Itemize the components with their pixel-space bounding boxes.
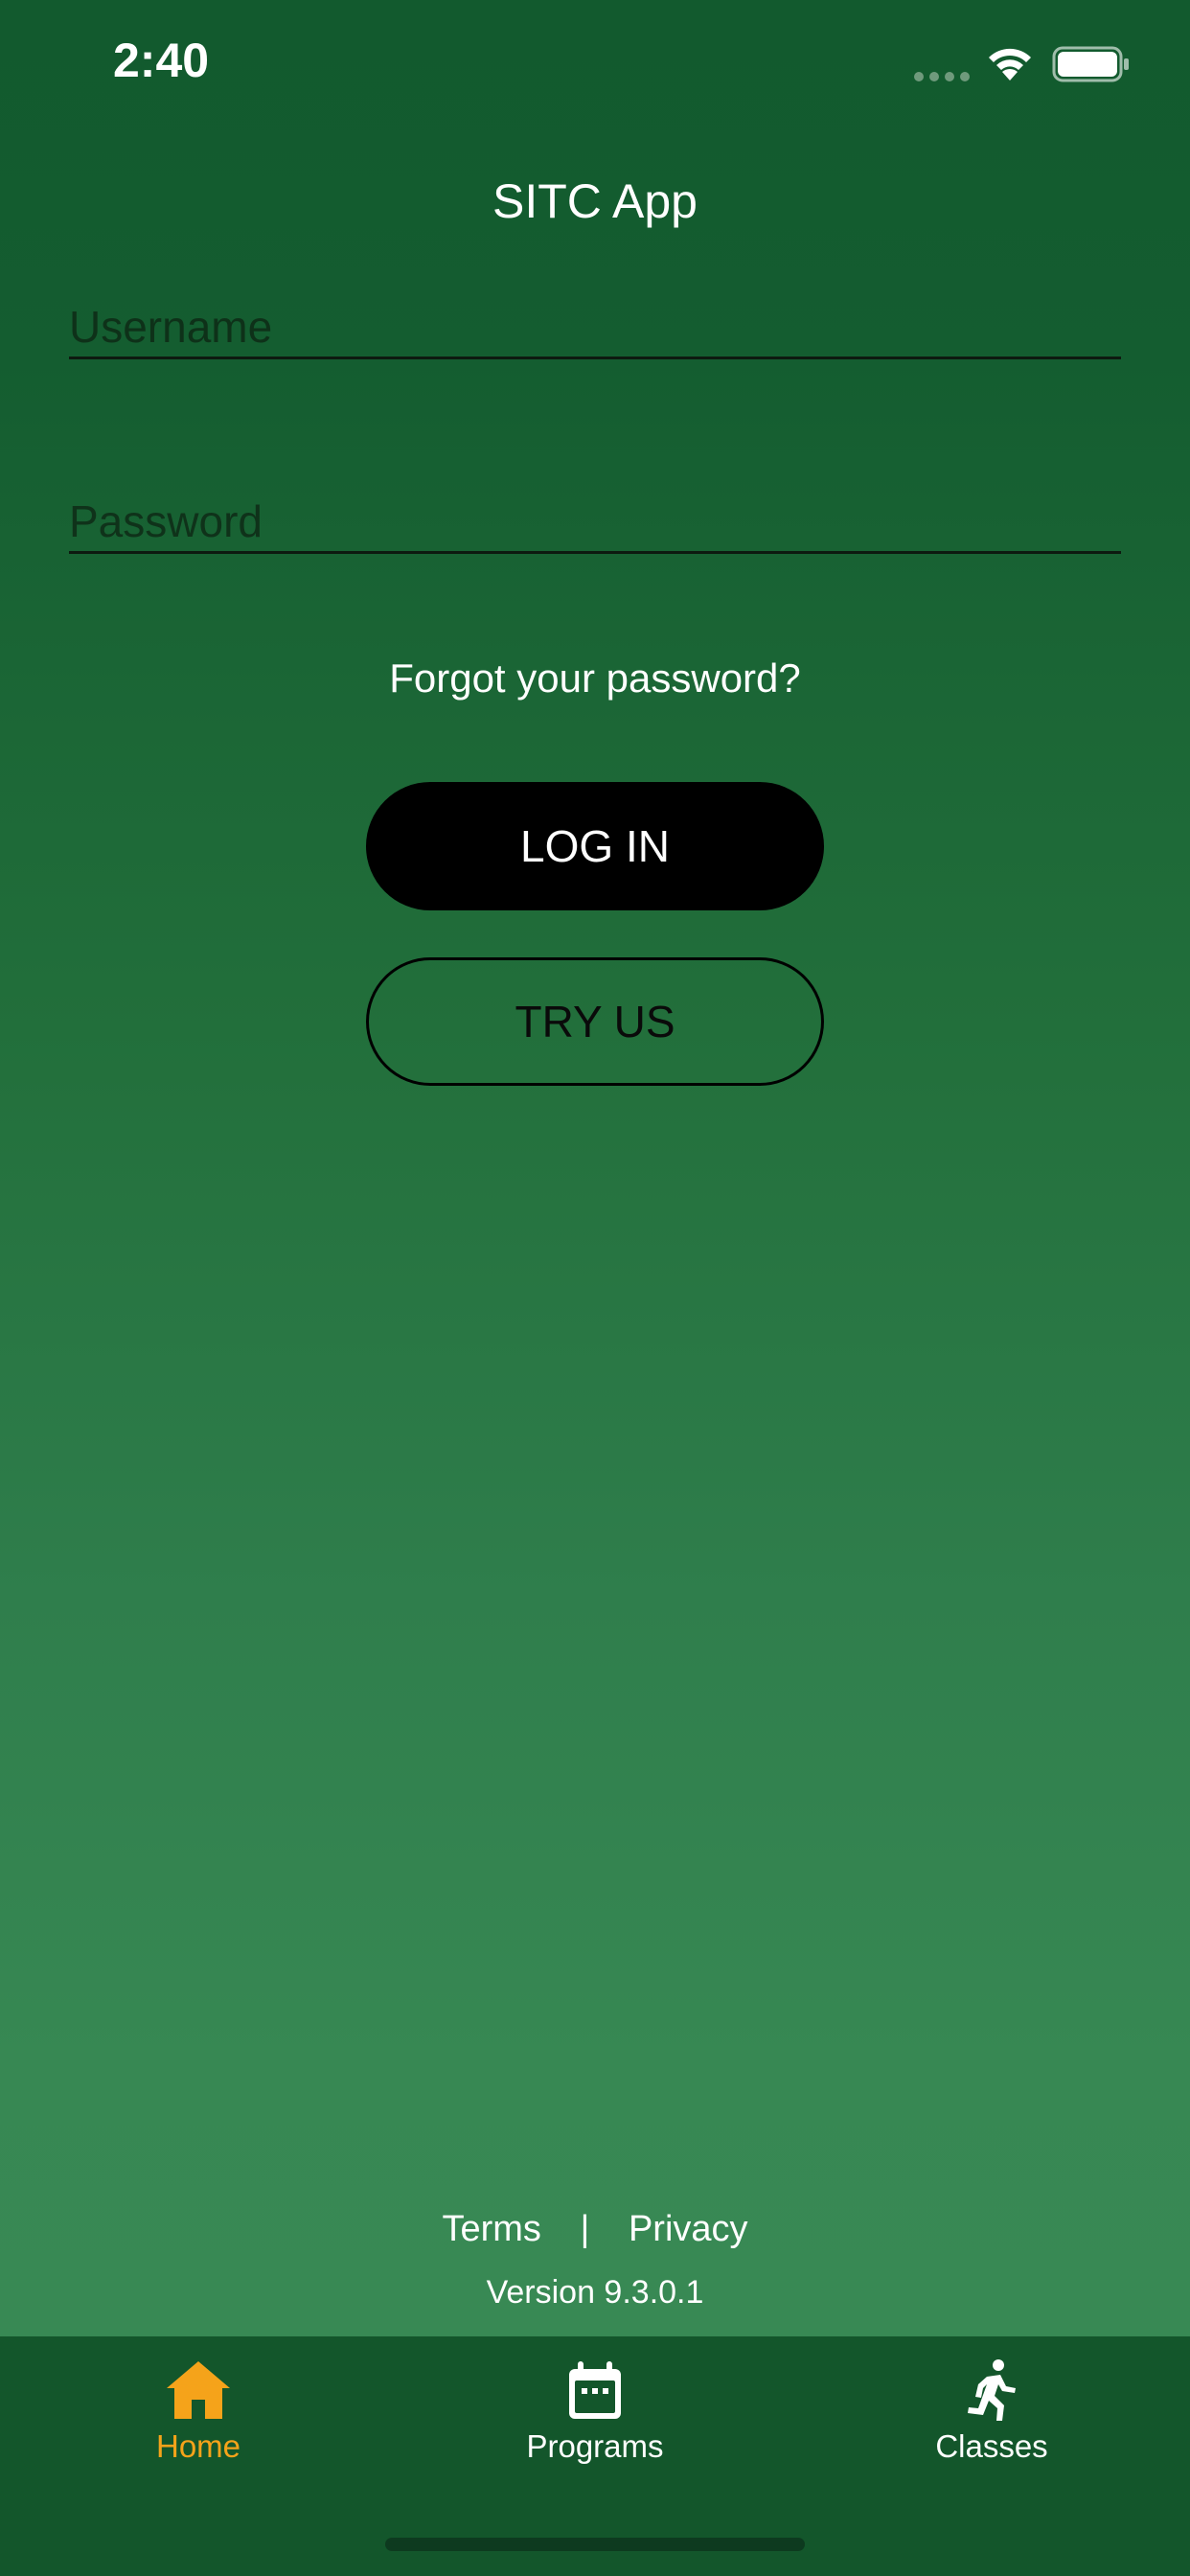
calendar-icon (569, 2361, 621, 2419)
tab-classes[interactable]: Classes (793, 2336, 1190, 2499)
footer-links: Terms | Privacy (0, 2204, 1190, 2254)
forgot-password-link[interactable]: Forgot your password? (0, 652, 1190, 705)
tab-home[interactable]: Home (0, 2336, 397, 2499)
tab-programs-label: Programs (526, 2428, 664, 2464)
try-us-button[interactable]: TRY US (366, 957, 824, 1086)
version-text: Version 9.3.0.1 (486, 2274, 704, 2311)
terms-link[interactable]: Terms (442, 2204, 540, 2254)
tab-classes-label: Classes (935, 2428, 1048, 2464)
tab-home-label: Home (155, 2428, 241, 2464)
privacy-link[interactable]: Privacy (629, 2204, 748, 2254)
cellular-signal-icon (914, 72, 970, 81)
username-field-wrapper (69, 297, 1121, 359)
tab-programs[interactable]: Programs (397, 2336, 793, 2499)
home-icon (167, 2361, 230, 2419)
home-indicator (385, 2538, 805, 2551)
status-time: 2:40 (113, 34, 210, 87)
wifi-icon (989, 48, 1031, 80)
username-input[interactable] (69, 297, 1121, 356)
page-title: SITC App (492, 174, 698, 228)
password-input[interactable] (69, 492, 1121, 551)
login-button[interactable]: LOG IN (366, 782, 824, 910)
running-person-icon (968, 2359, 1016, 2421)
footer-separator: | (580, 2209, 590, 2249)
password-field-wrapper (69, 492, 1121, 554)
status-bar: 2:40 (0, 0, 1190, 134)
battery-icon (1052, 46, 1129, 82)
